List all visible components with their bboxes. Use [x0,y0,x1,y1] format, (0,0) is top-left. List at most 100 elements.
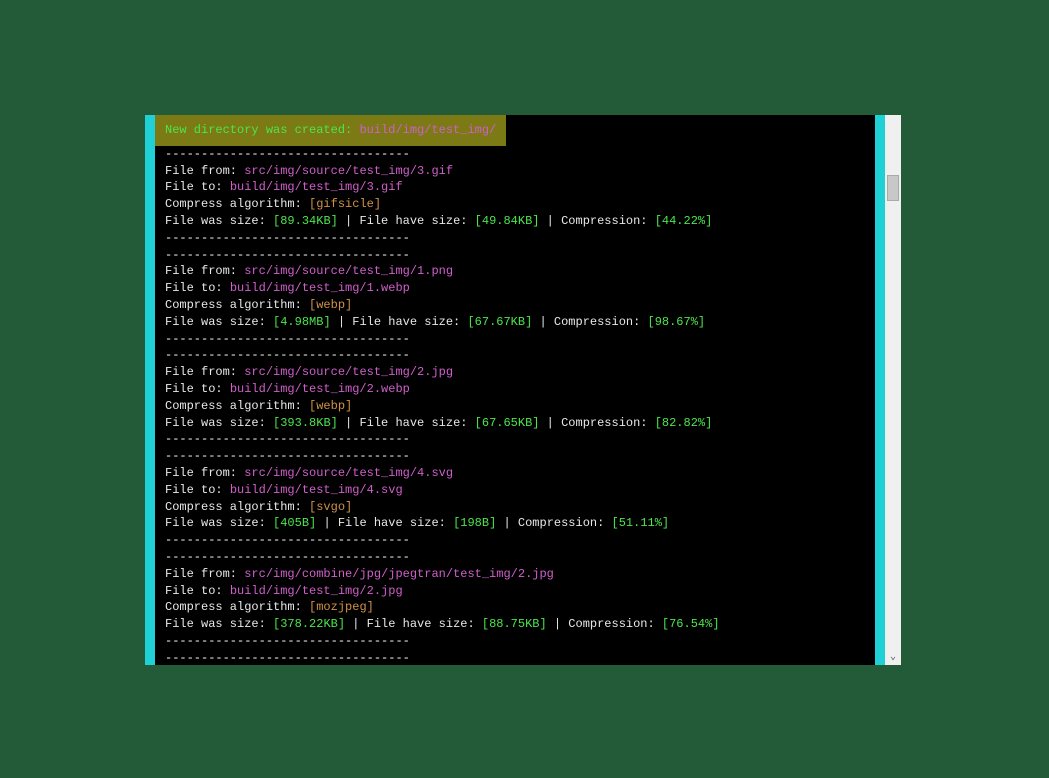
value-compression: [98.67%] [648,315,706,329]
log-divider: ---------------------------------- [165,230,885,247]
label-file-from: File from: [165,466,244,480]
label-file-from: File from: [165,567,244,581]
label-was-size: File was size: [165,617,273,631]
label-have-size: | File have size: [331,315,468,329]
value-algo: [svgo] [309,500,352,514]
value-compression: [51.11%] [612,516,670,530]
log-line-file-from: File from: src/img/source/test_img/3.gif [165,163,885,180]
log-line-algo: Compress algorithm: [webp] [165,297,885,314]
label-file-from: File from: [165,365,244,379]
scrollbar-thumb[interactable] [887,175,899,201]
label-file-to: File to: [165,180,230,194]
notice-banner: New directory was created: build/img/tes… [155,115,506,146]
log-line-file-from: File from: src/img/source/test_img/4.svg [165,465,885,482]
log-divider: ---------------------------------- [165,532,885,549]
value-file-from: src/img/source/test_img/2.jpg [244,365,453,379]
value-algo: [mozjpeg] [309,600,374,614]
value-have-size: [67.67KB] [467,315,532,329]
log-line-file-to: File to: build/img/test_img/2.jpg [165,583,885,600]
label-algo: Compress algorithm: [165,399,309,413]
label-file-from: File from: [165,264,244,278]
log-line-sizes: File was size: [393.8KB] | File have siz… [165,415,885,432]
value-compression: [82.82%] [655,416,713,430]
label-file-to: File to: [165,584,230,598]
log-line-algo: Compress algorithm: [webp] [165,398,885,415]
log-divider: ---------------------------------- [165,431,885,448]
label-was-size: File was size: [165,214,273,228]
value-have-size: [67.65KB] [475,416,540,430]
label-file-to: File to: [165,281,230,295]
log-divider: ---------------------------------- [165,247,885,264]
value-file-from: src/img/source/test_img/1.png [244,264,453,278]
log-line-file-to: File to: build/img/test_img/1.webp [165,280,885,297]
terminal-output: New directory was created: build/img/tes… [155,115,895,665]
log-line-file-from: File from: src/img/combine/jpg/jpegtran/… [165,566,885,583]
value-file-from: src/img/source/test_img/3.gif [244,164,453,178]
label-algo: Compress algorithm: [165,600,309,614]
value-file-from: src/img/combine/jpg/jpegtran/test_img/2.… [244,567,554,581]
log-divider: ---------------------------------- [165,650,885,665]
log-line-algo: Compress algorithm: [svgo] [165,499,885,516]
label-algo: Compress algorithm: [165,500,309,514]
log-line-algo: Compress algorithm: [gifsicle] [165,196,885,213]
value-algo: [webp] [309,298,352,312]
label-file-to: File to: [165,483,230,497]
log-line-sizes: File was size: [89.34KB] | File have siz… [165,213,885,230]
value-file-to: build/img/test_img/2.jpg [230,584,403,598]
terminal-accent-left [145,115,155,665]
value-have-size: [198B] [453,516,496,530]
log-line-sizes: File was size: [4.98MB] | File have size… [165,314,885,331]
label-compression: | Compression: [532,315,647,329]
label-algo: Compress algorithm: [165,197,309,211]
log-divider: ---------------------------------- [165,347,885,364]
value-was-size: [378.22KB] [273,617,345,631]
log-divider: ---------------------------------- [165,448,885,465]
label-algo: Compress algorithm: [165,298,309,312]
value-file-to: build/img/test_img/4.svg [230,483,403,497]
value-have-size: [49.84KB] [475,214,540,228]
notice-prefix: New directory was created: [165,123,352,137]
value-file-to: build/img/test_img/1.webp [230,281,410,295]
label-file-to: File to: [165,382,230,396]
label-have-size: | File have size: [338,214,475,228]
terminal-accent-right [875,115,885,665]
label-compression: | Compression: [539,416,654,430]
value-was-size: [405B] [273,516,316,530]
label-have-size: | File have size: [345,617,482,631]
value-compression: [44.22%] [655,214,713,228]
label-was-size: File was size: [165,416,273,430]
value-was-size: [89.34KB] [273,214,338,228]
value-was-size: [4.98MB] [273,315,331,329]
log-divider: ---------------------------------- [165,633,885,650]
scrollbar-track[interactable]: ⌄ [885,115,901,665]
label-was-size: File was size: [165,516,273,530]
value-algo: [webp] [309,399,352,413]
value-algo: [gifsicle] [309,197,381,211]
log-line-file-to: File to: build/img/test_img/4.svg [165,482,885,499]
notice-path: build/img/test_img/ [359,123,496,137]
log-divider: ---------------------------------- [165,549,885,566]
label-compression: | Compression: [539,214,654,228]
value-file-to: build/img/test_img/3.gif [230,180,403,194]
label-compression: | Compression: [496,516,611,530]
value-have-size: [88.75KB] [482,617,547,631]
log-line-algo: Compress algorithm: [mozjpeg] [165,599,885,616]
value-file-to: build/img/test_img/2.webp [230,382,410,396]
label-file-from: File from: [165,164,244,178]
log-line-file-from: File from: src/img/source/test_img/2.jpg [165,364,885,381]
log-line-sizes: File was size: [378.22KB] | File have si… [165,616,885,633]
scrollbar-down-icon[interactable]: ⌄ [887,651,899,663]
value-file-from: src/img/source/test_img/4.svg [244,466,453,480]
label-was-size: File was size: [165,315,273,329]
value-compression: [76.54%] [662,617,720,631]
label-have-size: | File have size: [338,416,475,430]
log-line-file-to: File to: build/img/test_img/2.webp [165,381,885,398]
log-divider: ---------------------------------- [165,146,885,163]
log-line-sizes: File was size: [405B] | File have size: … [165,515,885,532]
log-line-file-to: File to: build/img/test_img/3.gif [165,179,885,196]
log-line-file-from: File from: src/img/source/test_img/1.png [165,263,885,280]
value-was-size: [393.8KB] [273,416,338,430]
terminal-log-body: ----------------------------------File f… [155,146,895,665]
log-divider: ---------------------------------- [165,331,885,348]
label-have-size: | File have size: [316,516,453,530]
